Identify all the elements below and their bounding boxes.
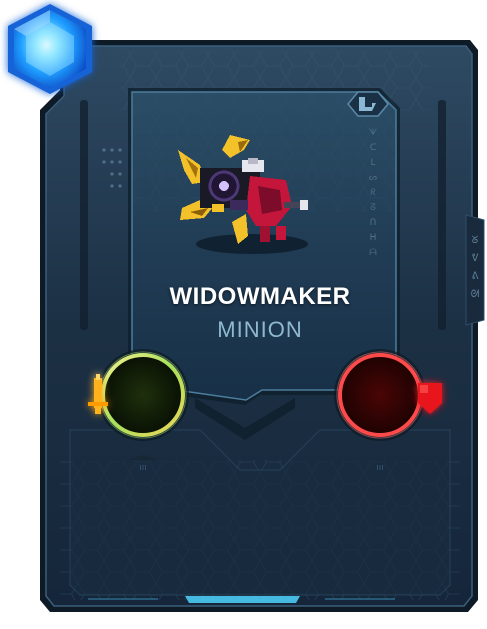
health-stat-icon: [334, 349, 426, 441]
svg-text:ᘛ: ᘛ: [471, 289, 480, 300]
svg-text:ᒪ: ᒪ: [370, 158, 375, 168]
svg-text:ᕼ: ᕼ: [370, 233, 377, 243]
svg-text:ᑎ: ᑎ: [370, 218, 377, 228]
svg-text:ᗩ: ᗩ: [369, 248, 377, 258]
svg-text:ᘔ: ᘔ: [370, 203, 376, 213]
svg-text:ııı: ııı: [376, 463, 384, 473]
svg-text:ᑕ: ᑕ: [370, 143, 377, 153]
card-type: MINION: [217, 317, 303, 342]
svg-text:ᗐ: ᗐ: [369, 128, 378, 138]
card-name: WIDOWMAKER: [169, 283, 351, 310]
minion-card[interactable]: ᘜ ᕓ ᕕ ᘛ ᗐᑕᒪ ᔕᖇᘔ ᑎᕼᗩ ııı ııı WIDOWMAKER M…: [0, 0, 487, 629]
svg-text:ᕓ: ᕓ: [472, 253, 479, 264]
svg-text:ᔕ: ᔕ: [369, 173, 377, 183]
svg-text:ııı: ııı: [139, 463, 147, 473]
svg-text:ᘜ: ᘜ: [472, 235, 478, 246]
svg-text:ᕕ: ᕕ: [472, 271, 479, 282]
svg-text:ᖇ: ᖇ: [370, 188, 375, 198]
card-art: ᘜ ᕓ ᕕ ᘛ ᗐᑕᒪ ᔕᖇᘔ ᑎᕼᗩ ııı ııı: [8, 4, 485, 612]
